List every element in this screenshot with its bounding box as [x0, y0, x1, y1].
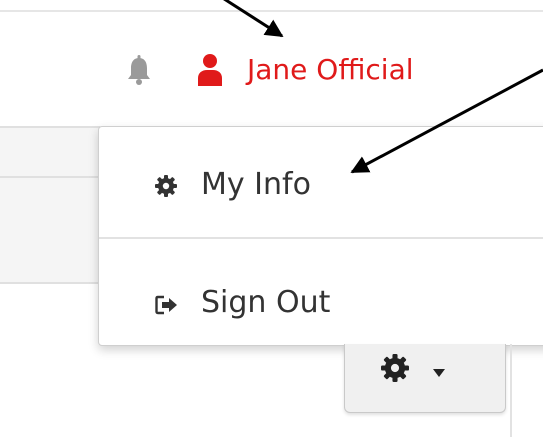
menu-item-sign-out[interactable]: Sign Out	[99, 275, 543, 335]
annotation-arrow-user-name	[223, 0, 284, 38]
menu-item-my-info[interactable]: My Info	[99, 157, 543, 217]
gear-icon	[155, 175, 177, 197]
vertical-divider	[510, 344, 512, 437]
menu-item-label: My Info	[201, 167, 311, 202]
settings-dropdown-button[interactable]	[344, 344, 506, 413]
bell-icon[interactable]	[122, 54, 156, 88]
caret-down-icon	[433, 362, 445, 377]
user-name-link[interactable]: Jane Official	[247, 50, 414, 90]
background-divider	[0, 176, 100, 178]
user-icon[interactable]	[195, 52, 225, 88]
screenshot-page: Jane Official My Info Sign Out	[0, 0, 543, 437]
menu-item-label: Sign Out	[201, 285, 331, 320]
top-divider	[0, 10, 543, 12]
gear-icon	[381, 354, 409, 382]
background-panel	[0, 126, 100, 284]
user-dropdown-menu: My Info Sign Out	[98, 126, 543, 346]
menu-divider	[99, 237, 543, 239]
sign-out-icon	[155, 295, 177, 317]
